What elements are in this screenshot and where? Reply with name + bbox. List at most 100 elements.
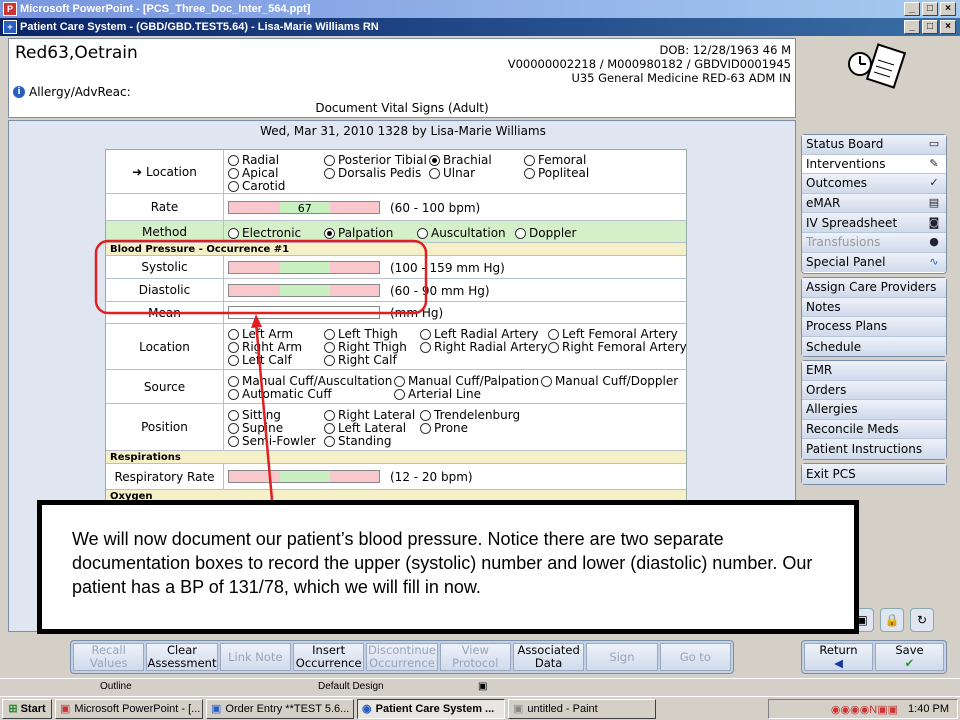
discontinue-occurrence-button[interactable]: Discontinue Occurrence [366, 643, 438, 671]
radio-doppler[interactable]: Doppler [515, 226, 576, 240]
nav-emr[interactable]: EMR [802, 361, 946, 381]
radio-femoral[interactable]: Femoral [524, 153, 586, 167]
radio-automatic-cuff[interactable]: Automatic Cuff [228, 387, 332, 401]
sign-button[interactable]: Sign [586, 643, 658, 671]
nav-schedule[interactable]: Schedule [802, 336, 946, 357]
nav-process-plans[interactable]: Process Plans [802, 317, 946, 337]
associated-data-button[interactable]: Associated Data [512, 643, 585, 671]
insert-occurrence-button[interactable]: Insert Occurrence [292, 643, 365, 671]
ppt-title-bar[interactable]: P Microsoft PowerPoint - [PCS_Three_Doc_… [0, 0, 960, 18]
radio-supine[interactable]: Supine [228, 421, 283, 435]
radio-right-lateral[interactable]: Right Lateral [324, 408, 415, 422]
radio-posterior-tibial[interactable]: Posterior Tibial [324, 153, 427, 167]
nav-outcomes[interactable]: Outcomes ✓ [802, 174, 946, 194]
nav-group-2: Assign Care Providers Notes Process Plan… [801, 277, 947, 357]
radio-popliteal[interactable]: Popliteal [524, 166, 589, 180]
task-powerpoint[interactable]: ▣ Microsoft PowerPoint - [... [55, 698, 203, 719]
systolic-input[interactable] [228, 261, 380, 274]
radio-radial[interactable]: Radial [228, 153, 279, 167]
minimize-button[interactable]: _ [904, 2, 920, 16]
link-note-button[interactable]: Link Note [219, 643, 291, 671]
radio-right-femoral-artery[interactable]: Right Femoral Artery [548, 340, 686, 354]
refresh-icon[interactable]: ↻ [910, 608, 934, 632]
radio-right-arm[interactable]: Right Arm [228, 340, 302, 354]
nav-special-panel[interactable]: Special Panel ∿ [802, 252, 946, 273]
radio-left-arm[interactable]: Left Arm [228, 327, 293, 341]
nav-interventions[interactable]: Interventions ✎ [802, 154, 946, 175]
assessment-toolbar: Recall Values Clear Assessment Link Note… [70, 640, 734, 674]
radio-apical[interactable]: Apical [228, 166, 278, 180]
nav-status-board[interactable]: Status Board ▭ [802, 135, 946, 155]
task-paint[interactable]: ▣ untitled - Paint [508, 698, 656, 719]
patient-location: U35 General Medicine RED-63 ADM IN [571, 71, 791, 85]
nav-emar[interactable]: eMAR ▤ [802, 193, 946, 214]
radio-standing[interactable]: Standing [324, 434, 391, 448]
nav-group-4: Exit PCS [801, 463, 947, 485]
source-row: Source Manual Cuff/Auscultation Manual C… [106, 370, 686, 404]
diastolic-input[interactable] [228, 284, 380, 297]
radio-sitting[interactable]: Sitting [228, 408, 281, 422]
radio-dorsalis-pedis[interactable]: Dorsalis Pedis [324, 166, 421, 180]
start-button[interactable]: ⊞ Start [2, 698, 52, 719]
task-order-entry[interactable]: ▣ Order Entry **TEST 5.6... [206, 698, 354, 719]
radio-left-radial-artery[interactable]: Left Radial Artery [420, 327, 539, 341]
nav-transfusions[interactable]: Transfusions ● [802, 232, 946, 253]
radio-left-calf[interactable]: Left Calf [228, 353, 292, 367]
radio-manual-cuff-doppler[interactable]: Manual Cuff/Doppler [541, 374, 678, 388]
pcs-close-button[interactable]: × [940, 20, 956, 34]
radio-right-radial-artery[interactable]: Right Radial Artery [420, 340, 548, 354]
nav-reconcile-meds[interactable]: Reconcile Meds [802, 419, 946, 440]
return-button[interactable]: Return ◀ [804, 643, 873, 671]
nav-iv-spreadsheet[interactable]: IV Spreadsheet ◙ [802, 213, 946, 233]
save-button[interactable]: Save ✔ [875, 643, 944, 671]
maximize-button[interactable]: □ [922, 2, 938, 16]
nav-orders[interactable]: Orders [802, 380, 946, 401]
go-to-button[interactable]: Go to [659, 643, 731, 671]
radio-brachial[interactable]: Brachial [429, 153, 492, 167]
rate-range: (60 - 100 bpm) [390, 201, 481, 215]
lock-icon[interactable]: 🔒 [880, 608, 904, 632]
pcs-maximize-button[interactable]: □ [922, 20, 938, 34]
method-label: Method [106, 221, 224, 242]
pcs-title-bar[interactable]: + Patient Care System - (GBD/GBD.TEST5.6… [0, 18, 960, 36]
outline-tab[interactable]: Outline [100, 681, 132, 692]
close-button[interactable]: × [940, 2, 956, 16]
radio-electronic[interactable]: Electronic [228, 226, 301, 240]
mean-input[interactable] [228, 306, 380, 319]
pcs-minimize-button[interactable]: _ [904, 20, 920, 34]
radio-trendelenburg[interactable]: Trendelenburg [420, 408, 520, 422]
checkmark-icon: ✓ [929, 176, 939, 190]
clear-assessment-button[interactable]: Clear Assessment [146, 643, 218, 671]
arrow-right-icon: ➜ [132, 164, 147, 179]
allergy-row[interactable]: i Allergy/AdvReac: [13, 85, 131, 99]
radio-left-lateral[interactable]: Left Lateral [324, 421, 406, 435]
radio-ulnar[interactable]: Ulnar [429, 166, 475, 180]
rate-input[interactable]: 67 [228, 201, 380, 215]
task-patient-care-system[interactable]: ◉ Patient Care System ... [357, 698, 505, 719]
nav-exit-pcs[interactable]: Exit PCS [802, 464, 946, 484]
radio-arterial-line[interactable]: Arterial Line [394, 387, 481, 401]
systolic-range: (100 - 159 mm Hg) [390, 261, 505, 275]
pcs-app-icon: + [3, 20, 17, 34]
radio-right-calf[interactable]: Right Calf [324, 353, 397, 367]
respiratory-rate-input[interactable] [228, 470, 380, 483]
nav-patient-instructions[interactable]: Patient Instructions [802, 439, 946, 459]
nav-notes[interactable]: Notes [802, 297, 946, 318]
radio-semi-fowler[interactable]: Semi-Fowler [228, 434, 316, 448]
radio-manual-cuff-auscultation[interactable]: Manual Cuff/Auscultation [228, 374, 392, 388]
radio-prone[interactable]: Prone [420, 421, 468, 435]
patient-name: Red63,Oetrain [15, 43, 138, 63]
radio-palpation[interactable]: Palpation [324, 226, 393, 240]
radio-left-thigh[interactable]: Left Thigh [324, 327, 398, 341]
nav-allergies[interactable]: Allergies [802, 400, 946, 420]
radio-carotid[interactable]: Carotid [228, 179, 285, 193]
radio-manual-cuff-palpation[interactable]: Manual Cuff/Palpation [394, 374, 539, 388]
radio-right-thigh[interactable]: Right Thigh [324, 340, 407, 354]
view-protocol-button[interactable]: View Protocol [439, 643, 511, 671]
tray-icons: ◉◉◉◉N▣▣ [830, 703, 899, 716]
radio-auscultation[interactable]: Auscultation [417, 226, 506, 240]
recall-values-button[interactable]: Recall Values [73, 643, 145, 671]
document-title: Document Vital Signs (Adult) [315, 101, 489, 115]
radio-left-femoral-artery[interactable]: Left Femoral Artery [548, 327, 678, 341]
nav-assign-care-providers[interactable]: Assign Care Providers [802, 278, 946, 298]
